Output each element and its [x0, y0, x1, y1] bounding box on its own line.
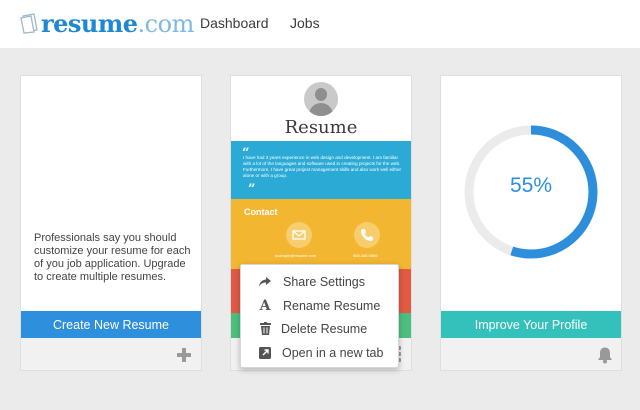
email-icon: [286, 222, 312, 248]
nav-jobs[interactable]: Jobs: [290, 15, 320, 31]
menu-item-label: Open in a new tab: [282, 345, 384, 360]
card-footer: [441, 338, 621, 370]
contact-phone: 555.468.5866: [353, 253, 378, 258]
resume-context-menu: Share Settings A Rename Resume Delete Re…: [240, 264, 399, 368]
profile-percent: 55%: [509, 174, 553, 197]
nav-dashboard[interactable]: Dashboard: [200, 15, 269, 31]
menu-item-delete-resume[interactable]: Delete Resume: [241, 317, 398, 340]
logo-text: resume.com: [41, 8, 194, 38]
plus-icon[interactable]: [177, 348, 191, 362]
bio-section: “ I have had 3 years experience in web d…: [231, 141, 411, 199]
menu-item-label: Rename Resume: [283, 298, 381, 313]
close-quote-icon: ”: [248, 182, 256, 197]
create-new-resume-button[interactable]: Create New Resume: [21, 311, 201, 338]
contact-section: Contact example@resume.com 555.468.5866: [231, 199, 411, 269]
external-link-icon: [258, 346, 272, 360]
trash-icon: [258, 322, 272, 336]
menu-item-label: Delete Resume: [281, 321, 368, 336]
logo-icon: [20, 13, 38, 34]
share-icon: [258, 275, 272, 289]
menu-item-share-settings[interactable]: Share Settings: [241, 270, 398, 293]
menu-item-label: Share Settings: [283, 274, 365, 289]
profile-card: 55% Improve Your Profile: [440, 75, 622, 371]
improve-profile-button[interactable]: Improve Your Profile: [441, 311, 621, 338]
resume-title: Resume: [284, 117, 358, 138]
bell-icon[interactable]: [596, 346, 614, 364]
top-bar: resume.com Dashboard Jobs: [0, 0, 640, 48]
contact-email: example@resume.com: [275, 253, 317, 258]
bio-text: I have had 3 years experience in web des…: [243, 155, 402, 178]
card-footer: [21, 338, 201, 370]
phone-icon: [354, 222, 380, 248]
avatar: [304, 82, 338, 116]
contact-heading: Contact: [244, 207, 278, 217]
menu-item-rename-resume[interactable]: A Rename Resume: [241, 294, 398, 317]
create-resume-card: Professionals say you should customize y…: [20, 75, 202, 371]
logo[interactable]: resume.com: [20, 8, 194, 38]
rename-icon: A: [259, 297, 271, 314]
menu-item-open-new-tab[interactable]: Open in a new tab: [241, 341, 398, 364]
upgrade-description: Professionals say you should customize y…: [34, 232, 191, 283]
